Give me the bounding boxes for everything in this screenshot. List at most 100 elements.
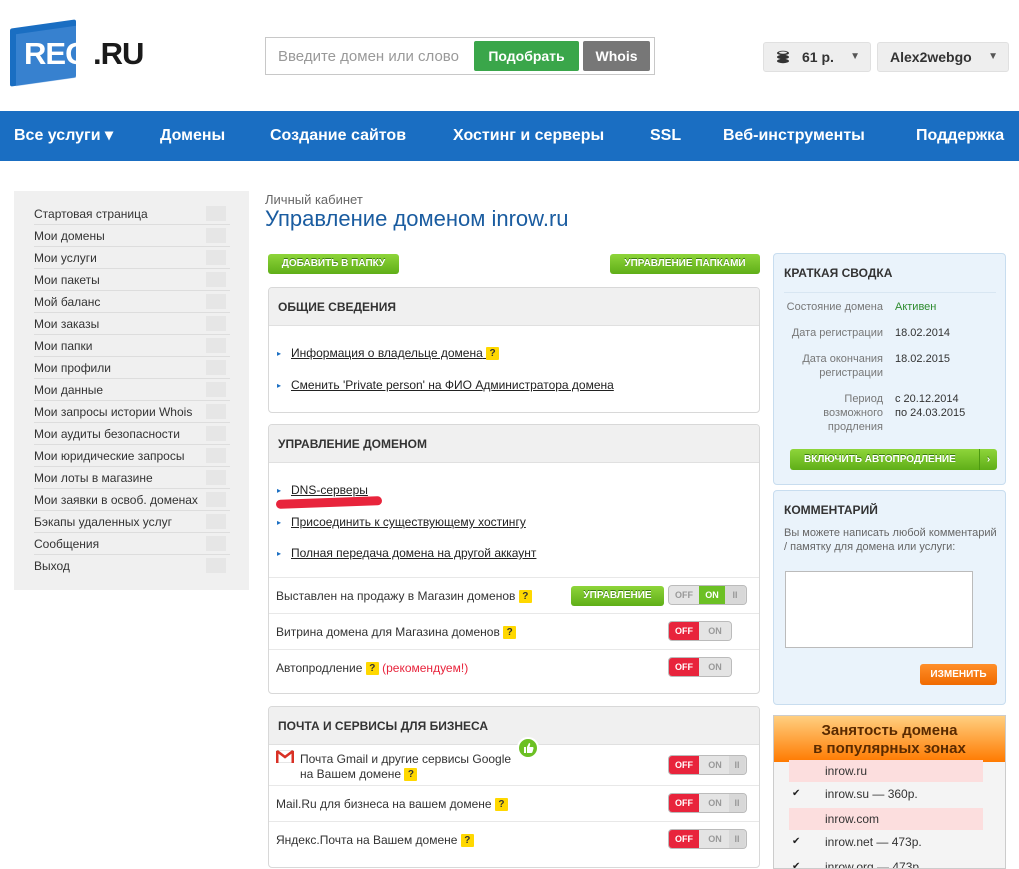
link-text: Информация о владельце домена: [291, 346, 483, 360]
username: Alex2webgo: [890, 49, 972, 65]
toggle-off-label: OFF: [669, 622, 699, 640]
sidebar-item-data[interactable]: Мои данные: [34, 379, 230, 401]
domain-zones-panel: Занятость домена в популярных зонах inrow…: [773, 715, 1006, 869]
help-icon[interactable]: ?: [518, 590, 532, 603]
nav-web-tools[interactable]: Веб-инструменты: [723, 111, 865, 160]
toggle-handle: II: [729, 756, 745, 774]
help-icon[interactable]: ?: [503, 626, 517, 639]
mailru-row: Mail.Ru для бизнеса на вашем домене ? OF…: [269, 785, 759, 821]
sidebar-item-orders[interactable]: Мои заказы: [34, 313, 230, 335]
nav-ssl[interactable]: SSL: [650, 111, 681, 160]
logo-text: REG: [24, 36, 89, 71]
balance-dropdown[interactable]: 61 р. ▼: [763, 42, 871, 72]
sidebar-item-balance[interactable]: Мой баланс: [34, 291, 230, 313]
checkbox[interactable]: ✔: [792, 861, 803, 868]
change-comment-button[interactable]: ИЗМЕНИТЬ: [920, 664, 997, 685]
sidebar-item-messages[interactable]: Сообщения: [34, 533, 230, 555]
checkbox[interactable]: ✔: [792, 836, 803, 847]
attach-hosting-link[interactable]: Присоединить к существующему хостингу: [291, 515, 526, 529]
zone-row[interactable]: ✔ inrow.org — 473р.: [789, 856, 983, 868]
sidebar-item-label: Выход: [34, 559, 70, 573]
manage-sale-button[interactable]: УПРАВЛЕНИЕ: [571, 586, 664, 606]
status-value: Активен: [895, 301, 937, 313]
sidebar-item-label: Мои заказы: [34, 317, 100, 331]
row-label: Почта Gmail и другие сервисы Google на Ва…: [300, 752, 511, 782]
help-icon[interactable]: ?: [404, 768, 418, 781]
sidebar-item-folders[interactable]: Мои папки: [34, 335, 230, 357]
row-label: Витрина домена для Магазина доменов ?: [276, 625, 517, 639]
help-icon[interactable]: ?: [460, 834, 474, 847]
domain-management-panel: УПРАВЛЕНИЕ ДОМЕНОМ ▸ DNS-серверы ▸ Присо…: [268, 424, 760, 694]
row-label: Автопродление ? (рекомендуем!): [276, 661, 468, 675]
gmail-toggle[interactable]: OFF ON II: [668, 755, 747, 775]
logo-suffix: .RU: [93, 36, 144, 71]
nav-site-builder[interactable]: Создание сайтов: [270, 111, 406, 160]
mailru-toggle[interactable]: OFF ON II: [668, 793, 747, 813]
zone-row: inrow.com: [789, 808, 983, 830]
owner-info-link[interactable]: Информация о владельце домена ?: [291, 346, 500, 360]
row-label: Яндекс.Почта на Вашем домене ?: [276, 833, 474, 847]
change-private-person-link[interactable]: Сменить 'Private person' на ФИО Админист…: [291, 378, 614, 392]
sidebar-item-label: Мои юридические запросы: [34, 449, 185, 463]
yandex-mail-toggle[interactable]: OFF ON II: [668, 829, 747, 849]
checkbox[interactable]: ✔: [792, 788, 803, 799]
bullet-icon: ▸: [277, 486, 282, 495]
nav-support[interactable]: Поддержка: [916, 111, 1004, 160]
help-icon[interactable]: ?: [486, 347, 500, 360]
help-icon[interactable]: ?: [365, 662, 379, 675]
toggle-on-label: ON: [699, 658, 731, 676]
gmail-icon: [276, 750, 294, 763]
pick-domain-button[interactable]: Подобрать: [474, 41, 579, 71]
for-sale-toggle[interactable]: OFF ON II: [668, 585, 747, 605]
whois-button[interactable]: Whois: [583, 41, 650, 71]
add-to-folder-button[interactable]: ДОБАВИТЬ В ПАПКУ: [268, 254, 399, 274]
nav-domains[interactable]: Домены: [160, 111, 225, 160]
sidebar-item-label: Мои данные: [34, 383, 104, 397]
sidebar-item-label: Мои услуги: [34, 251, 97, 265]
sidebar-item-profiles[interactable]: Мои профили: [34, 357, 230, 379]
showcase-toggle[interactable]: OFF ON: [668, 621, 732, 641]
sidebar-item-packages[interactable]: Мои пакеты: [34, 269, 230, 291]
manage-folders-button[interactable]: УПРАВЛЕНИЕ ПАПКАМИ: [610, 254, 760, 274]
sidebar-item-security-audits[interactable]: Мои аудиты безопасности: [34, 423, 230, 445]
sidebar-item-services[interactable]: Мои услуги: [34, 247, 230, 269]
zone-row[interactable]: ✔ inrow.su — 360р.: [789, 783, 983, 805]
sidebar-item-domains[interactable]: Мои домены: [34, 225, 230, 247]
zone-name: inrow.su — 360р.: [825, 787, 918, 801]
header: REG .RU Введите домен или слово Подобрат…: [0, 0, 1019, 111]
sidebar-item-backups[interactable]: Бэкапы удаленных услуг: [34, 511, 230, 533]
renew-period-label: Период возможного продления: [823, 393, 883, 433]
sidebar-item-start[interactable]: Стартовая страница: [34, 203, 230, 225]
toggle-off-label: OFF: [669, 830, 699, 848]
bullet-icon: ▸: [277, 349, 282, 358]
balance-value: 61 р.: [802, 49, 834, 65]
transfer-domain-link[interactable]: Полная передача домена на другой аккаунт: [291, 546, 536, 560]
comment-textarea[interactable]: [785, 571, 973, 648]
sidebar-item-legal-requests[interactable]: Мои юридические запросы: [34, 445, 230, 467]
reg-ru-logo[interactable]: REG .RU: [10, 19, 144, 87]
user-dropdown[interactable]: Alex2webgo ▼: [877, 42, 1009, 72]
autorenew-toggle[interactable]: OFF ON: [668, 657, 732, 677]
help-icon[interactable]: ?: [494, 798, 508, 811]
nav-hosting[interactable]: Хостинг и серверы: [453, 111, 604, 160]
autorenew-row: Автопродление ? (рекомендуем!) OFF ON: [269, 649, 759, 685]
zone-row[interactable]: ✔ inrow.net — 473р.: [789, 831, 983, 853]
nav-all-services[interactable]: Все услуги ▾: [14, 111, 113, 160]
button-label: ВКЛЮЧИТЬ АВТОПРОДЛЕНИЕ: [804, 454, 956, 465]
renew-period-value: с 20.12.2014 по 24.03.2015: [895, 393, 966, 419]
dns-servers-link[interactable]: DNS-серверы: [291, 483, 368, 497]
sidebar-item-logout[interactable]: Выход: [34, 555, 230, 577]
search-input[interactable]: Введите домен или слово: [278, 48, 459, 65]
sidebar-item-whois-history[interactable]: Мои запросы истории Whois: [34, 401, 230, 423]
sidebar-item-label: Мой баланс: [34, 295, 101, 309]
sidebar-item-freed-domains[interactable]: Мои заявки в освоб. доменах: [34, 489, 230, 511]
sidebar-item-shop-lots[interactable]: Мои лоты в магазине: [34, 467, 230, 489]
toggle-on-label: ON: [699, 756, 731, 774]
expiry-label: Дата окончания регистрации: [802, 353, 883, 379]
toggle-off-label: OFF: [669, 586, 699, 604]
for-sale-row: Выставлен на продажу в Магазин доменов ?…: [269, 577, 759, 613]
breadcrumb[interactable]: Личный кабинет: [265, 192, 363, 207]
sidebar-item-label: Мои домены: [34, 229, 105, 243]
yandex-mail-row: Яндекс.Почта на Вашем домене ? OFF ON II: [269, 821, 759, 857]
enable-autorenew-button[interactable]: ВКЛЮЧИТЬ АВТОПРОДЛЕНИЕ ›: [790, 449, 997, 470]
